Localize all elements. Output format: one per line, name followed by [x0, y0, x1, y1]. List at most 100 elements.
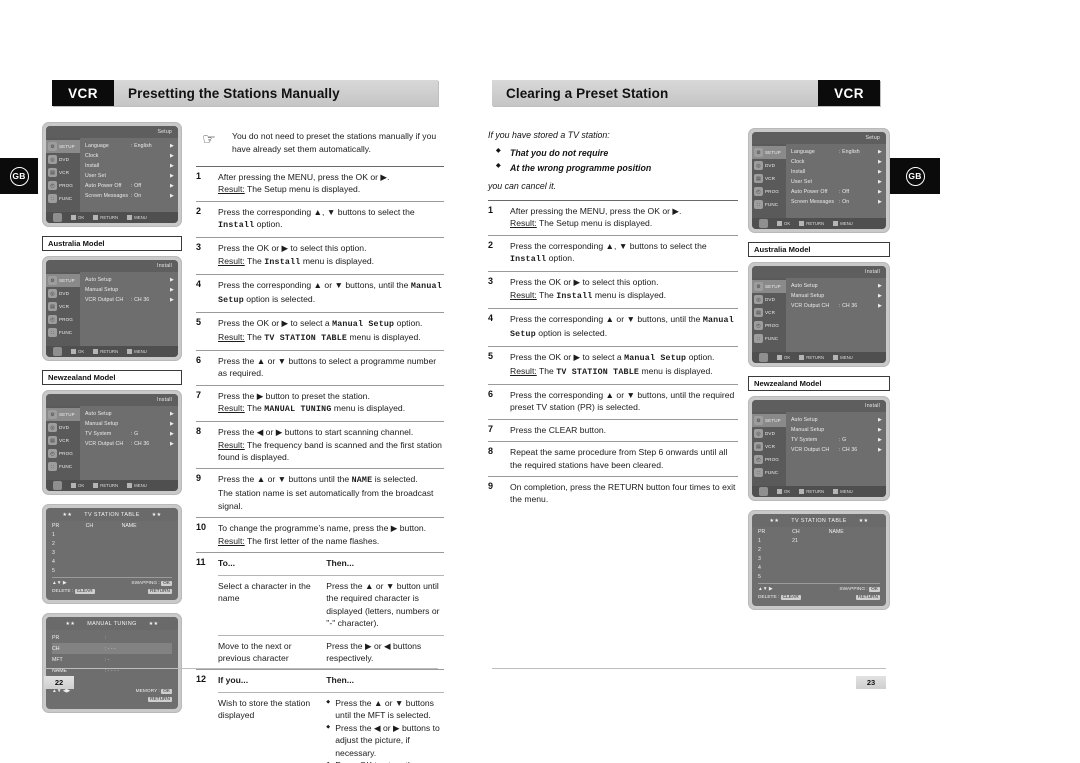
tuning-field[interactable]: MFT: -: [52, 654, 172, 665]
table-row[interactable]: 2: [52, 539, 172, 548]
sidebar-item-setup[interactable]: ⚙ SETUP: [752, 146, 786, 159]
cell-pr: 1: [758, 537, 761, 544]
menu-row[interactable]: TV System: G ▶: [791, 435, 882, 445]
sidebar-item-setup[interactable]: ⚙ SETUP: [752, 414, 786, 427]
left-header-title: Presetting the Stations Manually: [114, 80, 438, 106]
sidebar-item-prog[interactable]: ◴ PROG: [46, 179, 80, 192]
table-row[interactable]: 5: [758, 572, 880, 581]
sidebar-item-prog[interactable]: ◴ PROG: [46, 313, 80, 326]
menu-row[interactable]: Language: English ▶: [85, 141, 174, 151]
menu-row[interactable]: Auto Setup ▶: [791, 415, 882, 425]
sidebar-item-setup[interactable]: ⚙ SETUP: [46, 408, 80, 421]
menu-row[interactable]: VCR Output CH: CH 36 ▶: [85, 439, 174, 449]
menu-row[interactable]: VCR Output CH: CH 36 ▶: [85, 295, 174, 305]
sidebar-item-dvd[interactable]: ◎ DVD: [752, 293, 786, 306]
menu-row[interactable]: TV System: G ▶: [85, 429, 174, 439]
return-button-chip[interactable]: RETURN: [856, 595, 880, 601]
sidebar-item-prog[interactable]: ◴ PROG: [752, 319, 786, 332]
sidebar-item-dvd[interactable]: ◎ DVD: [752, 427, 786, 440]
sidebar-item-func[interactable]: ∷ FUNC: [752, 198, 786, 211]
menu-row[interactable]: Auto Power Off: Off ▶: [791, 187, 882, 197]
table-row[interactable]: 1: [52, 530, 172, 539]
sidebar-item-dvd[interactable]: ◎ DVD: [46, 153, 80, 166]
sidebar-item-prog[interactable]: ◴ PROG: [46, 447, 80, 460]
menu-row-label: Manual Setup: [791, 293, 825, 299]
clear-button-chip[interactable]: CLEAR: [780, 595, 801, 601]
column-header-name: NAME: [828, 529, 844, 535]
return-button-chip[interactable]: RETURN: [148, 589, 172, 595]
menu-row[interactable]: Install ▶: [85, 161, 174, 171]
disc-icon: ◎: [754, 161, 763, 170]
sidebar-item-vcr[interactable]: ▤ VCR: [46, 434, 80, 447]
sidebar-item-dvd[interactable]: ◎ DVD: [46, 287, 80, 300]
menu-row[interactable]: Manual Setup ▶: [791, 291, 882, 301]
sidebar-item-vcr[interactable]: ▤ VCR: [46, 300, 80, 313]
menu-row[interactable]: Manual Setup ▶: [791, 425, 882, 435]
intro-tail: you can cancel it.: [488, 180, 556, 191]
sidebar-item-func[interactable]: ∷ FUNC: [46, 192, 80, 205]
sidebar-item-vcr[interactable]: ▤ VCR: [752, 440, 786, 453]
menu-row[interactable]: Manual Setup ▶: [85, 285, 174, 295]
function-icon: ∷: [48, 328, 57, 337]
table-row[interactable]: 3: [52, 548, 172, 557]
ok-button-chip[interactable]: OK: [161, 581, 172, 586]
table-row[interactable]: 2: [758, 545, 880, 554]
sidebar-item-label: FUNC: [59, 196, 73, 201]
menu-row[interactable]: Auto Power Off: Off ▶: [85, 181, 174, 191]
menu-row[interactable]: Auto Setup ▶: [85, 275, 174, 285]
menu-row[interactable]: User Set ▶: [85, 171, 174, 181]
menu-row-label: Manual Setup: [791, 427, 825, 433]
mini-cell-action: Press the ▲ or ▼ button until the requir…: [326, 580, 440, 629]
menu-row-value: : CH 36: [839, 303, 858, 309]
tuning-field[interactable]: CH: - - -: [52, 643, 172, 655]
menu-row[interactable]: User Set ▶: [791, 177, 882, 187]
menu-row[interactable]: Screen Messages: On ▶: [791, 197, 882, 207]
menu-row[interactable]: Language: English ▶: [791, 147, 882, 157]
table-row[interactable]: 1 21: [758, 536, 880, 545]
menu-row[interactable]: Clock ▶: [85, 151, 174, 161]
sidebar-item-prog[interactable]: ◴ PROG: [752, 453, 786, 466]
sidebar-item-func[interactable]: ∷ FUNC: [752, 332, 786, 345]
tuning-field[interactable]: PR:: [52, 632, 172, 643]
sidebar-item-prog[interactable]: ◴ PROG: [752, 185, 786, 198]
table-row[interactable]: 4: [52, 557, 172, 566]
sidebar-item-func[interactable]: ∷ FUNC: [752, 466, 786, 479]
table-row[interactable]: 3: [758, 554, 880, 563]
intro-bullet-list: That you do not requireAt the wrong prog…: [488, 146, 738, 176]
menu-row[interactable]: Screen Messages: On ▶: [85, 191, 174, 201]
menu-row[interactable]: Manual Setup ▶: [85, 419, 174, 429]
step-text-cont: option.: [256, 219, 283, 230]
menu-row[interactable]: Auto Setup ▶: [791, 281, 882, 291]
sidebar-item-setup[interactable]: ⚙ SETUP: [46, 140, 80, 153]
step-body: Press the OK or ▶ to select this option.…: [510, 272, 738, 308]
menu-row[interactable]: Install ▶: [791, 167, 882, 177]
sidebar-item-dvd[interactable]: ◎ DVD: [46, 421, 80, 434]
step-row: 1 After pressing the MENU, press the OK o…: [488, 200, 738, 235]
menu-row[interactable]: VCR Output CH: CH 36 ▶: [791, 301, 882, 311]
sidebar-item-setup[interactable]: ⚙ SETUP: [46, 274, 80, 287]
step-number: 8: [196, 426, 202, 437]
sidebar-item-dvd[interactable]: ◎ DVD: [752, 159, 786, 172]
step-text: Repeat the same procedure from Step 6 on…: [510, 447, 728, 470]
menu-row[interactable]: Auto Setup ▶: [85, 409, 174, 419]
mini-bullet: Press the ▲ or ▼ buttons until the MFT i…: [326, 697, 444, 722]
clear-button-chip[interactable]: CLEAR: [74, 589, 95, 595]
step-text-cont: option.: [396, 317, 423, 328]
menu-row[interactable]: Clock ▶: [791, 157, 882, 167]
sidebar-item-vcr[interactable]: ▤ VCR: [752, 306, 786, 319]
step-row: 8 Press the ◀ or ▶ buttons to start scann…: [196, 421, 444, 469]
ok-button-chip[interactable]: OK: [161, 689, 172, 695]
step-text: Press the OK or ▶ to select this option.: [218, 243, 367, 254]
table-row[interactable]: 5: [52, 566, 172, 575]
tuning-field[interactable]: NAME: - - - -: [52, 665, 172, 676]
table-row[interactable]: 4: [758, 563, 880, 572]
sidebar-item-setup[interactable]: ⚙ SETUP: [752, 280, 786, 293]
menu-row[interactable]: VCR Output CH: CH 36 ▶: [791, 445, 882, 455]
sidebar-item-func[interactable]: ∷ FUNC: [46, 460, 80, 473]
ok-button-chip[interactable]: OK: [869, 587, 880, 592]
sidebar-item-vcr[interactable]: ▤ VCR: [752, 172, 786, 185]
return-button-chip[interactable]: RETURN: [148, 697, 172, 703]
sidebar-item-func[interactable]: ∷ FUNC: [46, 326, 80, 339]
menu-row-label: Screen Messages: [85, 193, 129, 199]
sidebar-item-vcr[interactable]: ▤ VCR: [46, 166, 80, 179]
